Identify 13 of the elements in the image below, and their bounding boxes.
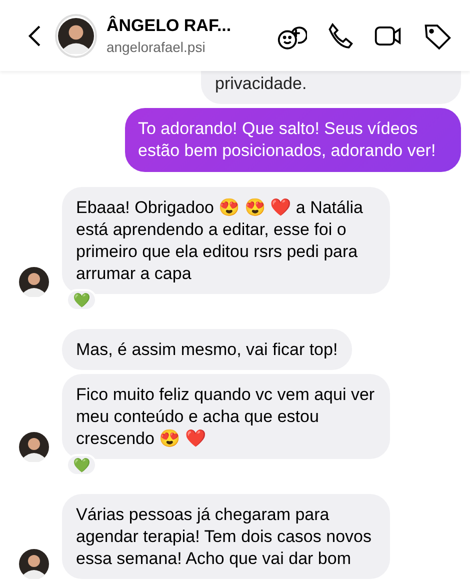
message-bubble[interactable]: Fico muito feliz quando vc vem aqui ver meu conteúdo e acha que estou crescendo 😍 ❤: [62, 374, 390, 459]
avatar-icon: [19, 549, 49, 579]
back-icon[interactable]: [28, 24, 42, 48]
message-bubble[interactable]: To adorando! Que salto! Seus vídeos estão bem posicionados, adorando ver!: [125, 108, 461, 172]
contact-name: ÂNGELO RAF...: [106, 16, 232, 36]
message-bubble[interactable]: Mas, é assim mesmo, vai ficar top!: [62, 329, 352, 370]
message-bubble[interactable]: privacidade.: [201, 71, 461, 104]
avatar-icon: [19, 267, 49, 297]
avatar-icon[interactable]: [58, 18, 94, 54]
message-bubble[interactable]: Várias pessoas já chegaram para agendar terapia! Tem dois casos novos essa semana! Acho que vai dar bom: [62, 494, 390, 579]
contact-username: angelorafael.psi: [106, 39, 206, 55]
message-bubble[interactable]: Ebaaa! Obrigadoo 😍 😍 ❤ a Natália está aprendendo a editar, esse foi o primeiro que ela editou rsrs pedi para arrumar a capa: [62, 187, 390, 294]
avatar-icon: [19, 432, 49, 462]
